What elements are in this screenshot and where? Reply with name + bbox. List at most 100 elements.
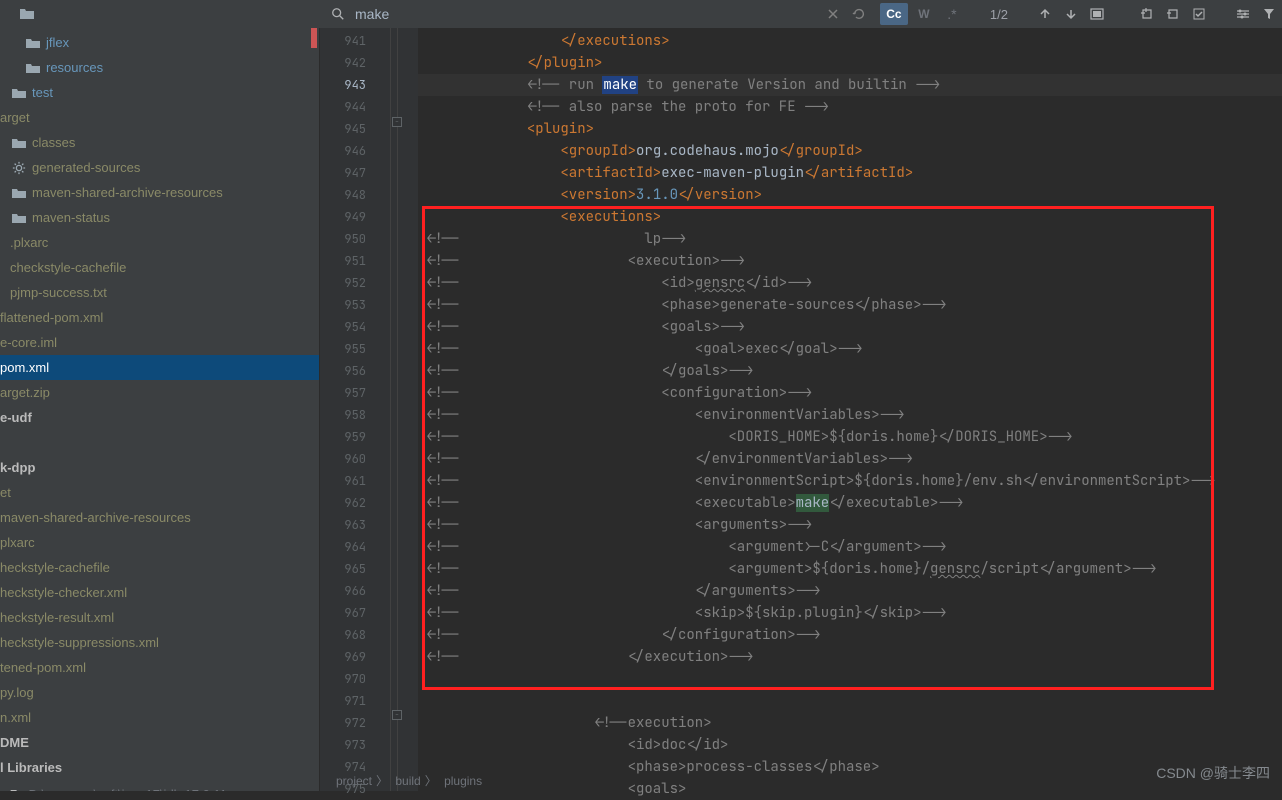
- code-line[interactable]: [418, 690, 1282, 712]
- code-line[interactable]: <!-- <configuration>-->: [418, 382, 1282, 404]
- line-number: 971: [320, 690, 390, 712]
- code-line[interactable]: <!-- </configuration>-->: [418, 624, 1282, 646]
- code-line[interactable]: <!-- <id>gensrc</id>-->: [418, 272, 1282, 294]
- code-line[interactable]: <!-- </execution>-->: [418, 646, 1282, 668]
- find-toolbar: Cc W .* 1/2: [0, 0, 1282, 28]
- tree-item[interactable]: jflex: [0, 30, 319, 55]
- code-line[interactable]: <!--execution>: [418, 712, 1282, 734]
- tree-item[interactable]: e-core.iml: [0, 330, 319, 355]
- code-line[interactable]: <artifactId>exec-maven-plugin</artifactI…: [418, 162, 1282, 184]
- code-line[interactable]: <!-- </arguments>-->: [418, 580, 1282, 602]
- tree-item[interactable]: pom.xml: [0, 355, 319, 380]
- tree-item-label: maven-status: [32, 210, 110, 225]
- code-line[interactable]: <!-- <goals>-->: [418, 316, 1282, 338]
- code-line[interactable]: <!-- <argument>${doris.home}/gensrc/scri…: [418, 558, 1282, 580]
- tree-item-label: k-dpp: [0, 460, 35, 475]
- tree-item[interactable]: heckstyle-cachefile: [0, 555, 319, 580]
- tree-item[interactable]: e-udf: [0, 405, 319, 430]
- tree-item[interactable]: resources: [0, 55, 319, 80]
- tree-item[interactable]: arget.zip: [0, 380, 319, 405]
- code-line[interactable]: <executions>: [418, 206, 1282, 228]
- fold-handle-icon[interactable]: −: [392, 117, 402, 127]
- tree-item[interactable]: DME: [0, 730, 319, 755]
- breadcrumb-item[interactable]: build: [395, 774, 420, 788]
- search-close-button[interactable]: [820, 1, 846, 27]
- tree-item[interactable]: heckstyle-checker.xml: [0, 580, 319, 605]
- code-line[interactable]: <!-- <arguments>-->: [418, 514, 1282, 536]
- code-line[interactable]: <id>doc</id>: [418, 734, 1282, 756]
- tree-item[interactable]: l Libraries: [0, 755, 319, 780]
- next-match-button[interactable]: [1058, 1, 1084, 27]
- tree-item[interactable]: et: [0, 480, 319, 505]
- tree-item[interactable]: generated-sources: [0, 155, 319, 180]
- search-input[interactable]: [355, 6, 615, 22]
- line-number: 948: [320, 184, 390, 206]
- add-selection-icon[interactable]: [1134, 1, 1160, 27]
- tree-item-label: heckstyle-cachefile: [0, 560, 110, 575]
- tree-item[interactable]: flattened-pom.xml: [0, 305, 319, 330]
- code-line[interactable]: <!-- lp-->: [418, 228, 1282, 250]
- breadcrumb-item[interactable]: plugins: [444, 774, 482, 788]
- code-line[interactable]: <!-- <goal>exec</goal>-->: [418, 338, 1282, 360]
- regex-button[interactable]: .*: [938, 3, 966, 25]
- scroll-marker: [311, 28, 317, 48]
- jdk-entry[interactable]: 7 > D:\program\soft\java17\jdk-17.0.11: [0, 782, 319, 791]
- remove-selection-icon[interactable]: [1160, 1, 1186, 27]
- prev-match-button[interactable]: [1032, 1, 1058, 27]
- project-tree[interactable]: jflexresourcestestargetclassesgenerated-…: [0, 28, 320, 791]
- code-line[interactable]: <!-- <DORIS_HOME>${doris.home}</DORIS_HO…: [418, 426, 1282, 448]
- code-line[interactable]: [418, 668, 1282, 690]
- code-line[interactable]: <plugin>: [418, 118, 1282, 140]
- code-line[interactable]: <goals>: [418, 778, 1282, 800]
- code-line[interactable]: <version>3.1.0</version>: [418, 184, 1282, 206]
- code-line[interactable]: <phase>process-classes</phase>: [418, 756, 1282, 778]
- tree-item[interactable]: maven-status: [0, 205, 319, 230]
- code-line[interactable]: <!-- <execution>-->: [418, 250, 1282, 272]
- tree-item[interactable]: [0, 430, 319, 455]
- tree-item[interactable]: py.log: [0, 680, 319, 705]
- code-line[interactable]: </plugin>: [418, 52, 1282, 74]
- select-all-button[interactable]: [1084, 1, 1110, 27]
- code-line[interactable]: <!-- <skip>${skip.plugin}</skip>-->: [418, 602, 1282, 624]
- code-line[interactable]: <!-- <environmentScript>${doris.home}/en…: [418, 470, 1282, 492]
- tree-item[interactable]: n.xml: [0, 705, 319, 730]
- filter-icon[interactable]: [1256, 1, 1282, 27]
- tree-item[interactable]: plxarc: [0, 530, 319, 555]
- code-line[interactable]: <!-- run make to generate Version and bu…: [418, 74, 1282, 96]
- tree-item[interactable]: .plxarc: [0, 230, 319, 255]
- code-area[interactable]: </executions> </plugin> <!-- run make to…: [418, 28, 1282, 791]
- code-line[interactable]: <!-- </goals>-->: [418, 360, 1282, 382]
- line-number: 959: [320, 426, 390, 448]
- breadcrumb[interactable]: project〉 build〉 plugins: [332, 772, 486, 789]
- tree-item[interactable]: heckstyle-suppressions.xml: [0, 630, 319, 655]
- code-line[interactable]: <!-- <environmentVariables>-->: [418, 404, 1282, 426]
- breadcrumb-item[interactable]: project: [336, 774, 372, 788]
- code-line[interactable]: <!-- </environmentVariables>-->: [418, 448, 1282, 470]
- search-history-icon[interactable]: [846, 1, 872, 27]
- code-line[interactable]: <!-- also parse the proto for FE -->: [418, 96, 1282, 118]
- settings-icon[interactable]: [1230, 1, 1256, 27]
- tree-item[interactable]: checkstyle-cachefile: [0, 255, 319, 280]
- code-line[interactable]: <!-- <executable>make</executable>-->: [418, 492, 1282, 514]
- select-all-occurrences-icon[interactable]: [1186, 1, 1212, 27]
- match-case-button[interactable]: Cc: [880, 3, 908, 25]
- tree-item[interactable]: maven-shared-archive-resources: [0, 505, 319, 530]
- code-line[interactable]: </executions>: [418, 30, 1282, 52]
- editor[interactable]: 9419429439449459469479489499509519529539…: [320, 28, 1282, 791]
- whole-words-button[interactable]: W: [910, 3, 938, 25]
- code-line[interactable]: <!-- <argument>-C</argument>-->: [418, 536, 1282, 558]
- tree-item[interactable]: classes: [0, 130, 319, 155]
- tree-item[interactable]: tened-pom.xml: [0, 655, 319, 680]
- tree-item[interactable]: heckstyle-result.xml: [0, 605, 319, 630]
- search-field-container: [325, 6, 820, 22]
- tree-item[interactable]: k-dpp: [0, 455, 319, 480]
- tree-item[interactable]: pjmp-success.txt: [0, 280, 319, 305]
- code-line[interactable]: <!-- <phase>generate-sources</phase>-->: [418, 294, 1282, 316]
- tree-item[interactable]: maven-shared-archive-resources: [0, 180, 319, 205]
- fold-handle-icon[interactable]: −: [392, 710, 402, 720]
- fold-column[interactable]: − −: [390, 28, 418, 791]
- line-number: 941: [320, 30, 390, 52]
- tree-item[interactable]: arget: [0, 105, 319, 130]
- tree-item[interactable]: test: [0, 80, 319, 105]
- code-line[interactable]: <groupId>org.codehaus.mojo</groupId>: [418, 140, 1282, 162]
